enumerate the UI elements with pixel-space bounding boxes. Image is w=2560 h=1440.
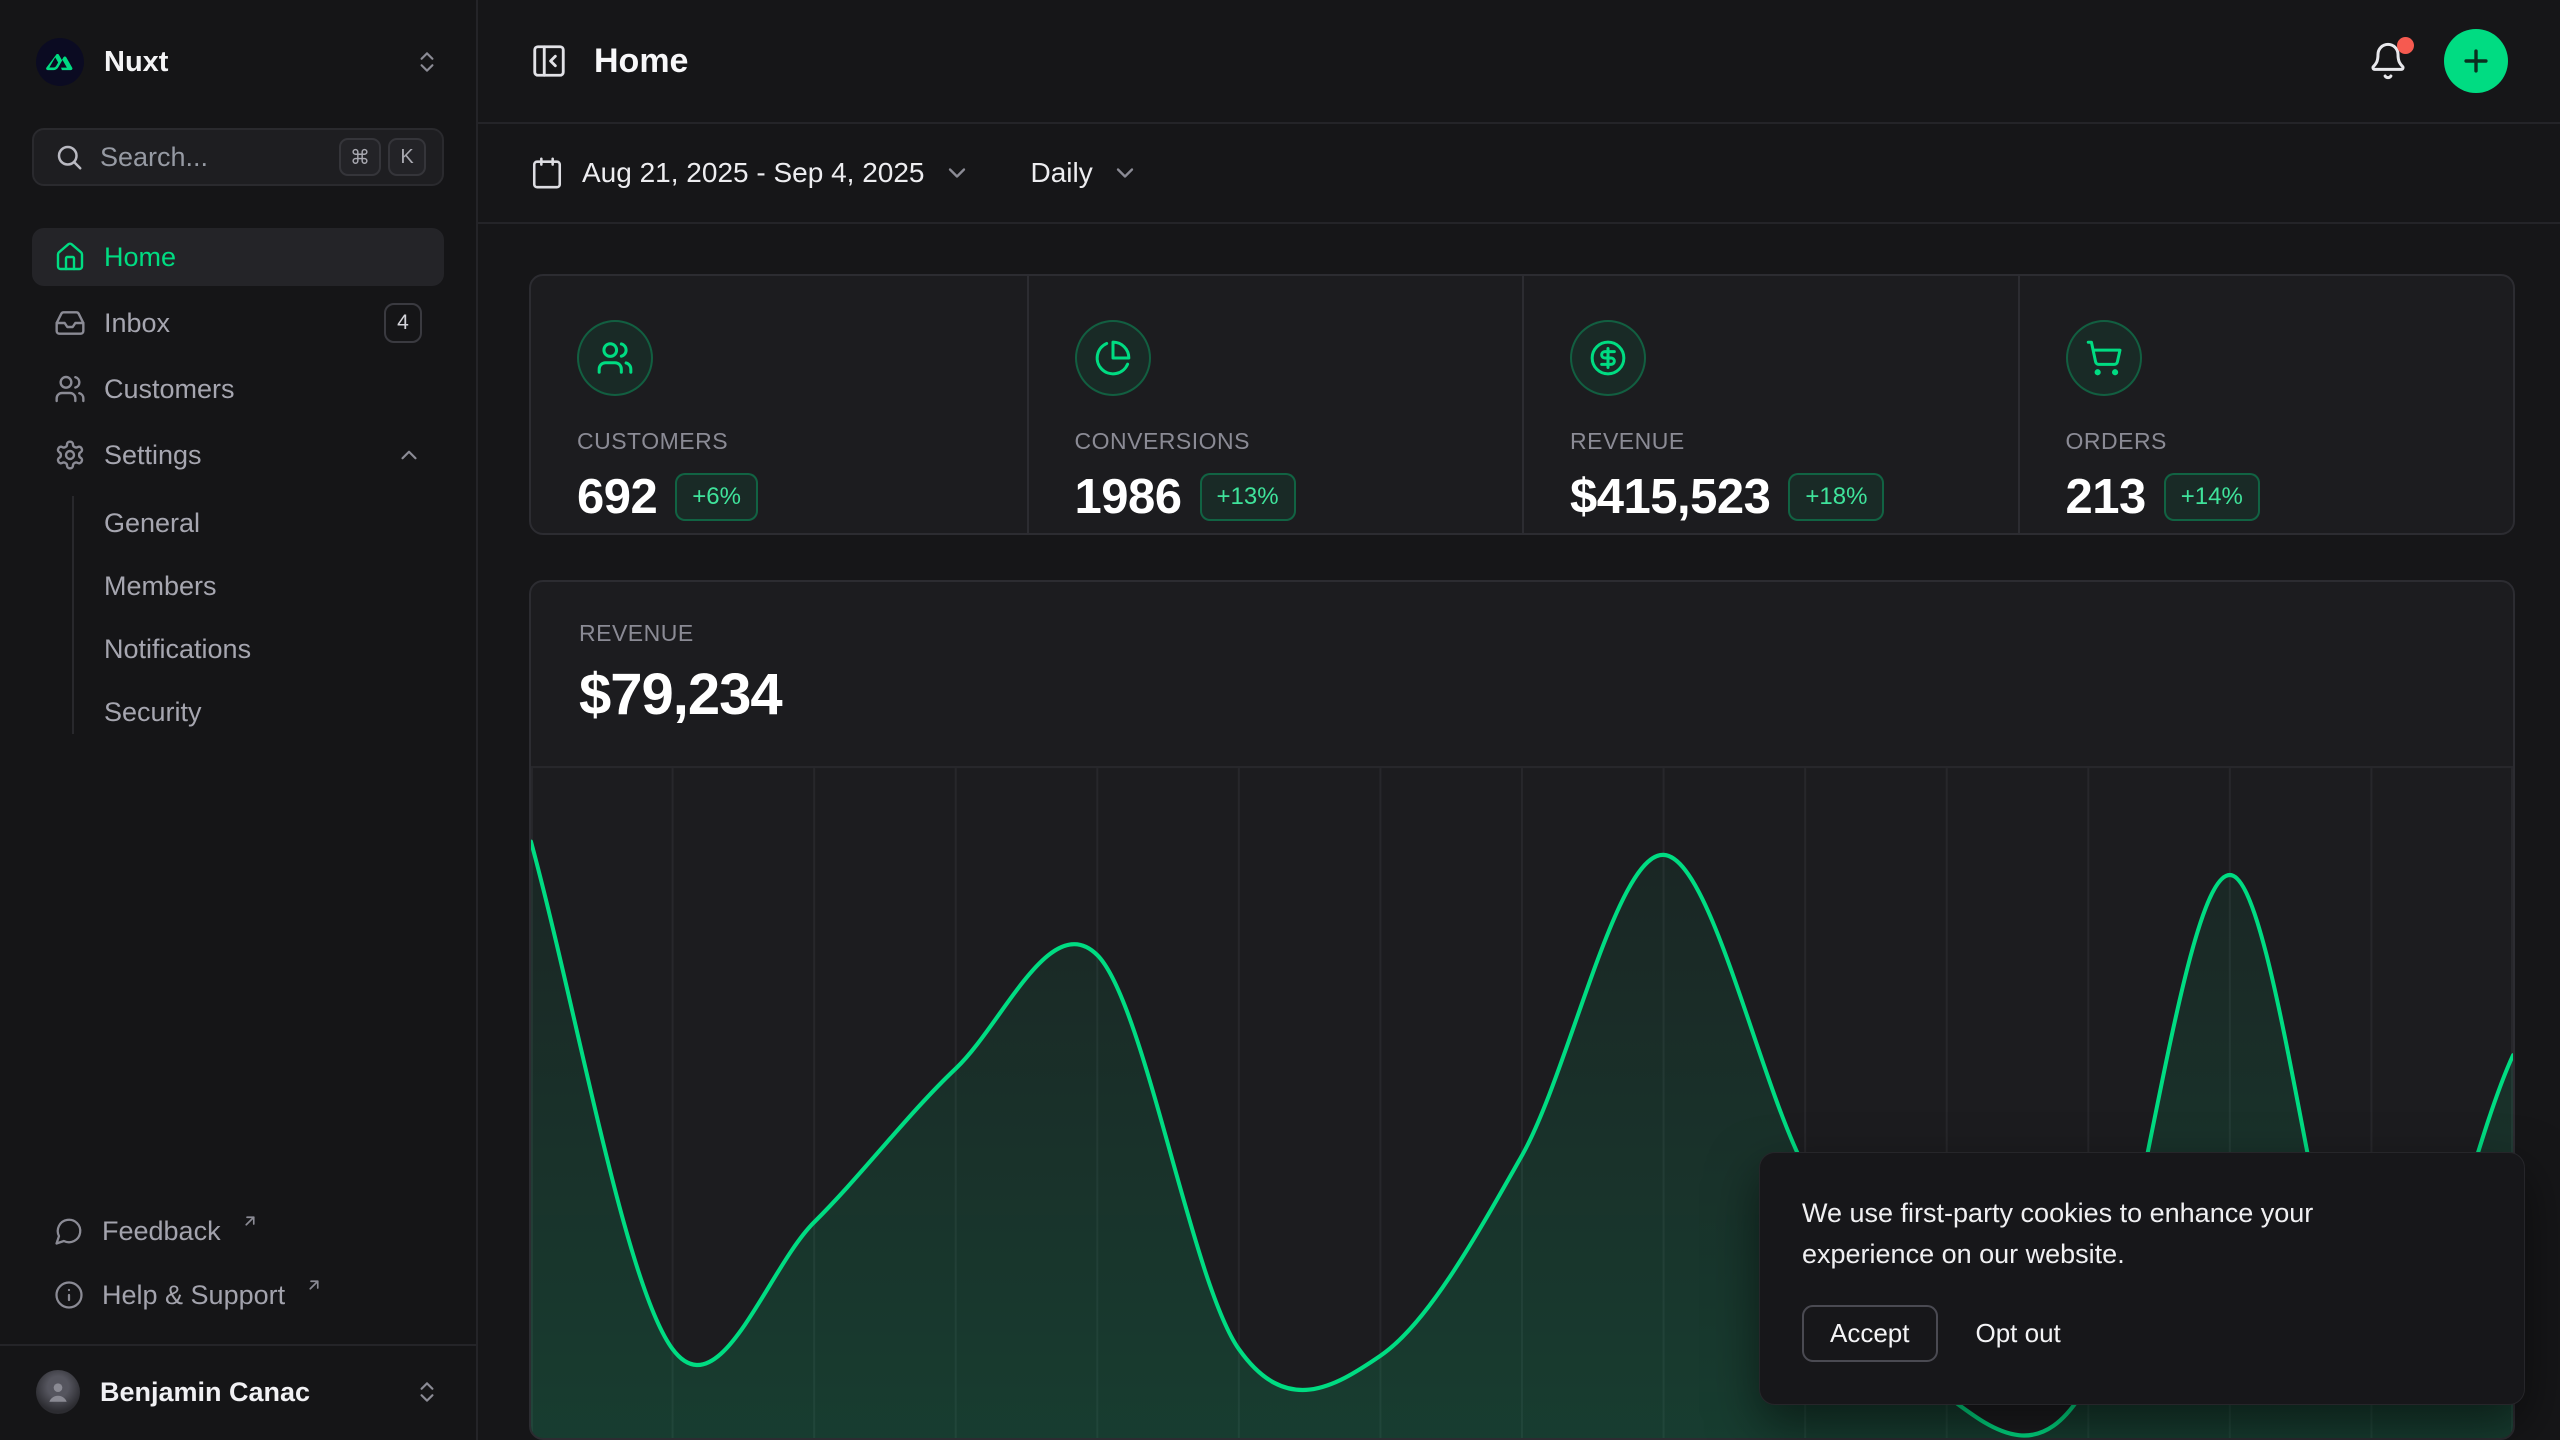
kbd-k: K <box>388 138 426 176</box>
page-title: Home <box>594 42 688 81</box>
brand-name: Nuxt <box>104 46 168 79</box>
inbox-count-badge: 4 <box>384 303 422 343</box>
cookie-banner: We use first-party cookies to enhance yo… <box>1759 1152 2525 1405</box>
stat-delta-badge: +14% <box>2164 473 2260 521</box>
message-icon <box>54 1216 84 1246</box>
stat-value: 213 <box>2066 469 2146 525</box>
sidebar-item-members[interactable]: Members <box>32 555 444 618</box>
sidebar-item-label: Customers <box>104 374 235 405</box>
chevron-down-icon <box>1111 159 1139 187</box>
cookie-actions: Accept Opt out <box>1802 1305 2482 1362</box>
notifications-button[interactable] <box>2362 35 2414 87</box>
external-link-icon <box>305 1276 323 1294</box>
search-input[interactable]: Search... ⌘ K <box>32 128 444 186</box>
workspace-switcher[interactable]: Nuxt <box>32 34 444 90</box>
filter-toolbar: Aug 21, 2025 - Sep 4, 2025 Daily <box>478 124 2560 224</box>
stat-conversions[interactable]: CONVERSIONS 1986 +13% <box>1027 276 1523 533</box>
header-actions <box>2362 29 2508 93</box>
settings-subnav: General Members Notifications Security <box>32 492 444 744</box>
stat-delta-badge: +6% <box>675 473 758 521</box>
sidebar-item-label: Inbox <box>104 308 170 339</box>
stat-value: 1986 <box>1075 469 1182 525</box>
chevrons-up-down-icon <box>414 49 440 75</box>
sub-item-label: Notifications <box>104 634 251 665</box>
dollar-circle-icon <box>1570 320 1646 396</box>
gear-icon <box>54 439 86 471</box>
inbox-icon <box>54 307 86 339</box>
sidebar-item-notifications[interactable]: Notifications <box>32 618 444 681</box>
opt-out-button[interactable]: Opt out <box>1976 1318 2061 1349</box>
chevron-down-icon <box>943 159 971 187</box>
avatar <box>36 1370 80 1414</box>
sidebar-item-customers[interactable]: Customers <box>32 360 444 418</box>
cart-icon <box>2066 320 2142 396</box>
stat-label: ORDERS <box>2066 428 2474 455</box>
stat-revenue[interactable]: REVENUE $415,523 +18% <box>1522 276 2018 533</box>
stat-value: $415,523 <box>1570 469 1770 525</box>
chevrons-up-down-icon <box>414 1379 440 1405</box>
page-header: Home <box>478 0 2560 124</box>
sidebar-item-inbox[interactable]: Inbox 4 <box>32 294 444 352</box>
users-icon <box>54 373 86 405</box>
info-icon <box>54 1280 84 1310</box>
date-range-value: Aug 21, 2025 - Sep 4, 2025 <box>582 157 925 189</box>
date-range-picker[interactable]: Aug 21, 2025 - Sep 4, 2025 <box>530 156 971 190</box>
search-icon <box>54 142 84 172</box>
granularity-value: Daily <box>1031 157 1093 189</box>
stat-label: CONVERSIONS <box>1075 428 1483 455</box>
stat-label: CUSTOMERS <box>577 428 987 455</box>
kbd-cmd: ⌘ <box>339 138 381 176</box>
revenue-chart-header: REVENUE $79,234 <box>531 582 2513 728</box>
sidebar-nav: Home Inbox 4 Customers Settings <box>32 228 444 744</box>
sidebar-item-home[interactable]: Home <box>32 228 444 286</box>
notification-dot <box>2397 37 2414 54</box>
sidebar-item-label: Home <box>104 242 176 273</box>
stat-delta-badge: +18% <box>1788 473 1884 521</box>
feedback-label: Feedback <box>102 1216 221 1247</box>
sidebar-item-security[interactable]: Security <box>32 681 444 744</box>
nuxt-logo-icon <box>36 38 84 86</box>
users-icon <box>577 320 653 396</box>
sidebar-item-settings[interactable]: Settings <box>32 426 444 484</box>
granularity-select[interactable]: Daily <box>1031 157 1139 189</box>
sidebar-footer: Feedback Help & Support <box>32 1202 444 1328</box>
cookie-message: We use first-party cookies to enhance yo… <box>1802 1193 2412 1275</box>
search-placeholder: Search... <box>100 142 208 173</box>
sidebar-item-general[interactable]: General <box>32 492 444 555</box>
sub-item-label: General <box>104 508 200 539</box>
search-shortcut: ⌘ K <box>339 138 426 176</box>
add-button[interactable] <box>2444 29 2508 93</box>
stat-value: 692 <box>577 469 657 525</box>
stat-customers[interactable]: CUSTOMERS 692 +6% <box>531 276 1027 533</box>
stat-label: REVENUE <box>1570 428 1978 455</box>
chevron-up-icon <box>396 442 422 468</box>
revenue-chart-label: REVENUE <box>579 620 2465 647</box>
house-icon <box>54 241 86 273</box>
stat-orders[interactable]: ORDERS 213 +14% <box>2018 276 2514 533</box>
stat-delta-badge: +13% <box>1200 473 1296 521</box>
help-support-label: Help & Support <box>102 1280 285 1311</box>
stats-card: CUSTOMERS 692 +6% CONVERSIONS 1986 +13% <box>529 274 2515 535</box>
sidebar-spacer <box>32 744 444 1202</box>
help-support-link[interactable]: Help & Support <box>32 1266 444 1324</box>
feedback-link[interactable]: Feedback <box>32 1202 444 1260</box>
pie-chart-icon <box>1075 320 1151 396</box>
calendar-icon <box>530 156 564 190</box>
plus-icon <box>2459 44 2493 78</box>
sub-item-label: Security <box>104 697 202 728</box>
accept-button[interactable]: Accept <box>1802 1305 1938 1362</box>
sidebar: Nuxt Search... ⌘ K Home <box>0 0 478 1440</box>
user-menu[interactable]: Benjamin Canac <box>32 1346 444 1440</box>
sidebar-item-label: Settings <box>104 440 202 471</box>
external-link-icon <box>241 1212 259 1230</box>
user-name: Benjamin Canac <box>100 1377 310 1408</box>
sub-item-label: Members <box>104 571 217 602</box>
collapse-sidebar-icon[interactable] <box>530 42 568 80</box>
revenue-chart-value: $79,234 <box>579 661 2465 728</box>
